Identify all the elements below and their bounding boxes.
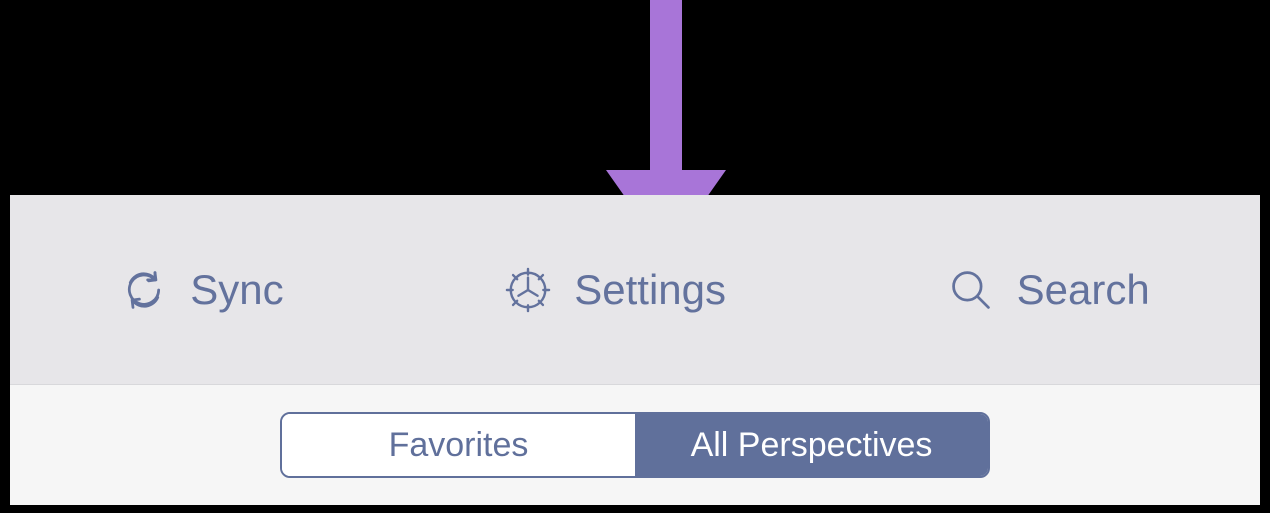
tab-favorites-label: Favorites — [389, 426, 529, 465]
search-button[interactable]: Search — [947, 266, 1150, 314]
sync-icon — [120, 266, 168, 314]
search-label: Search — [1017, 266, 1150, 314]
gear-icon — [504, 266, 552, 314]
app-panel: Sync — [10, 195, 1260, 505]
settings-label: Settings — [574, 266, 726, 314]
tabs-container: Favorites All Perspectives — [10, 385, 1260, 505]
sync-label: Sync — [190, 266, 283, 314]
tab-all-perspectives[interactable]: All Perspectives — [635, 414, 988, 476]
sync-button[interactable]: Sync — [120, 266, 283, 314]
tab-all-perspectives-label: All Perspectives — [691, 426, 933, 465]
tab-favorites[interactable]: Favorites — [282, 414, 635, 476]
toolbar: Sync — [10, 195, 1260, 385]
segmented-control: Favorites All Perspectives — [280, 412, 990, 478]
search-icon — [947, 266, 995, 314]
settings-button[interactable]: Settings — [504, 266, 726, 314]
